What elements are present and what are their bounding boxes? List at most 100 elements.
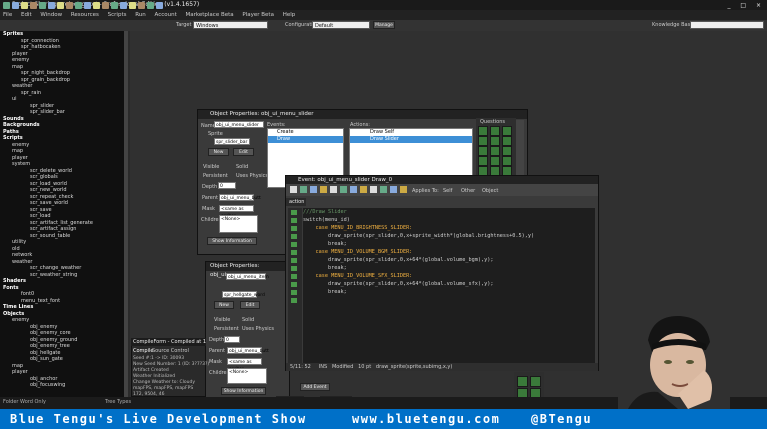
action-library-icon[interactable] <box>490 136 500 146</box>
menu-player[interactable]: Player Beta <box>242 12 274 18</box>
action-palette-icon[interactable] <box>517 376 528 387</box>
code-toolbar-icon[interactable] <box>370 186 377 193</box>
action-library-icon[interactable] <box>502 146 512 156</box>
menu-window[interactable]: Window <box>40 12 62 18</box>
toolbar-icon[interactable] <box>39 2 46 9</box>
code-toolbar-icon[interactable] <box>400 186 407 193</box>
toolbar-icon[interactable] <box>129 2 136 9</box>
mask-field[interactable]: <same as sprite> <box>219 205 254 219</box>
toolbar-icon[interactable] <box>93 2 100 9</box>
depth-field[interactable]: 0 <box>218 182 236 189</box>
event-draw[interactable]: Draw <box>268 136 343 143</box>
applies-self-radio[interactable]: Self <box>443 188 452 194</box>
persistent-checkbox-2[interactable]: Persistent <box>214 326 239 332</box>
toolbar-icon[interactable] <box>75 2 82 9</box>
action-library-icon[interactable] <box>502 156 512 166</box>
toolbar-icon[interactable] <box>138 2 145 9</box>
applies-other-radio[interactable]: Other <box>461 188 475 194</box>
toolbar-icon[interactable] <box>156 2 163 9</box>
action-library-icon[interactable] <box>478 126 488 136</box>
uses-physics-checkbox[interactable]: Uses Physics <box>236 173 268 179</box>
parent-field[interactable]: obj_ui_menu_butt <box>219 194 261 201</box>
children-list-2[interactable]: <None> <box>227 368 267 384</box>
menu-edit[interactable]: Edit <box>21 12 32 18</box>
visible-checkbox[interactable]: Visible <box>203 164 219 170</box>
mask-field-2[interactable]: <same as sprite> <box>227 358 262 372</box>
knowledge-base-search[interactable] <box>690 21 764 29</box>
sprite-new-button[interactable]: New <box>208 148 229 156</box>
action-draw-self[interactable]: Draw Self <box>350 129 472 136</box>
code-toolbar-icon[interactable] <box>390 186 397 193</box>
code-toolbar-icon[interactable] <box>380 186 387 193</box>
event-create[interactable]: Create <box>268 129 343 136</box>
action-library-icon[interactable] <box>490 126 500 136</box>
code-toolbar-icon[interactable] <box>310 186 317 193</box>
name-field-2[interactable]: obj_ui_menu_item <box>226 273 269 280</box>
target-select[interactable]: Windows <box>193 21 268 29</box>
toolbar-icon[interactable] <box>120 2 127 9</box>
toolbar-icon[interactable] <box>147 2 154 9</box>
toolbar-icon[interactable] <box>30 2 37 9</box>
code-toolbar-icon[interactable] <box>360 186 367 193</box>
action-draw-slider[interactable]: Draw Slider <box>350 136 472 143</box>
code-toolbar-icon[interactable] <box>340 186 347 193</box>
toolbar-icon[interactable] <box>12 2 19 9</box>
toolbar-icon[interactable] <box>3 2 10 9</box>
parent-field-2[interactable]: obj_ui_menu_butt <box>227 347 269 354</box>
menu-account[interactable]: Account <box>155 12 177 18</box>
applies-object-radio[interactable]: Object <box>482 188 498 194</box>
menu-run[interactable]: Run <box>135 12 146 18</box>
add-event-button[interactable]: Add Event <box>300 383 330 391</box>
action-library-icon[interactable] <box>490 156 500 166</box>
show-information-button[interactable]: Show Information <box>207 237 257 245</box>
toolbar-icon[interactable] <box>21 2 28 9</box>
menu-resources[interactable]: Resources <box>71 12 99 18</box>
toolbar-icon[interactable] <box>102 2 109 9</box>
menu-marketplace[interactable]: Marketplace Beta <box>186 12 234 18</box>
actions-list[interactable]: Draw Self Draw Slider <box>349 128 473 178</box>
tab-source-control[interactable]: Source Control <box>152 348 189 354</box>
sprite-field[interactable]: spr_slider_bar <box>214 138 250 145</box>
tree-item[interactable]: obj_focuswing <box>0 382 128 389</box>
code-toolbar-icon[interactable] <box>300 186 307 193</box>
code-toolbar-icon[interactable] <box>290 186 297 193</box>
persistent-checkbox[interactable]: Persistent <box>203 173 228 179</box>
show-information-button-2[interactable]: Show Information <box>221 387 266 395</box>
action-library-icon[interactable] <box>490 146 500 156</box>
toolbar-icon[interactable] <box>48 2 55 9</box>
uses-physics-checkbox-2[interactable]: Uses Physics <box>242 326 274 332</box>
depth-field-2[interactable]: 0 <box>224 336 240 343</box>
action-library-icon[interactable] <box>478 146 488 156</box>
visible-checkbox-2[interactable]: Visible <box>214 317 230 323</box>
tree-scrollbar[interactable] <box>124 31 128 397</box>
manage-button[interactable]: Manage <box>373 21 395 29</box>
toolbar-icon[interactable] <box>66 2 73 9</box>
sprite-field-2[interactable]: spr_hellgate_word <box>222 291 265 298</box>
children-list[interactable]: <None> <box>219 215 258 233</box>
code-area[interactable]: ///Draw Slider switch(menu_id) case MENU_… <box>303 208 595 363</box>
questions-tab[interactable]: Questions <box>480 119 505 125</box>
code-toolbar-icon[interactable] <box>330 186 337 193</box>
action-library-icon[interactable] <box>478 156 488 166</box>
resource-tree[interactable]: Sprites spr_connection spr_hatbocaken playe… <box>0 31 128 397</box>
toolbar-icon[interactable] <box>84 2 91 9</box>
action-library-icon[interactable] <box>502 136 512 146</box>
sprite-edit-button[interactable]: Edit <box>233 148 254 156</box>
configuration-select[interactable]: Default <box>312 21 370 29</box>
toolbar-icon[interactable] <box>111 2 118 9</box>
tab-compile[interactable]: Compile <box>133 348 153 354</box>
sprite-new-button-2[interactable]: New <box>214 301 234 309</box>
code-toolbar-icon[interactable] <box>320 186 327 193</box>
tab-action[interactable]: action <box>286 198 306 206</box>
menu-file[interactable]: File <box>3 12 12 18</box>
menu-help[interactable]: Help <box>283 12 296 18</box>
action-library-icon[interactable] <box>478 136 488 146</box>
action-library-icon[interactable] <box>502 126 512 136</box>
solid-checkbox[interactable]: Solid <box>236 164 248 170</box>
solid-checkbox-2[interactable]: Solid <box>242 317 254 323</box>
code-toolbar-icon[interactable] <box>350 186 357 193</box>
action-palette-icon[interactable] <box>530 376 541 387</box>
name-field[interactable]: obj_ui_menu_slider <box>214 121 264 128</box>
sprite-edit-button-2[interactable]: Edit <box>240 301 260 309</box>
toolbar-icon[interactable] <box>57 2 64 9</box>
